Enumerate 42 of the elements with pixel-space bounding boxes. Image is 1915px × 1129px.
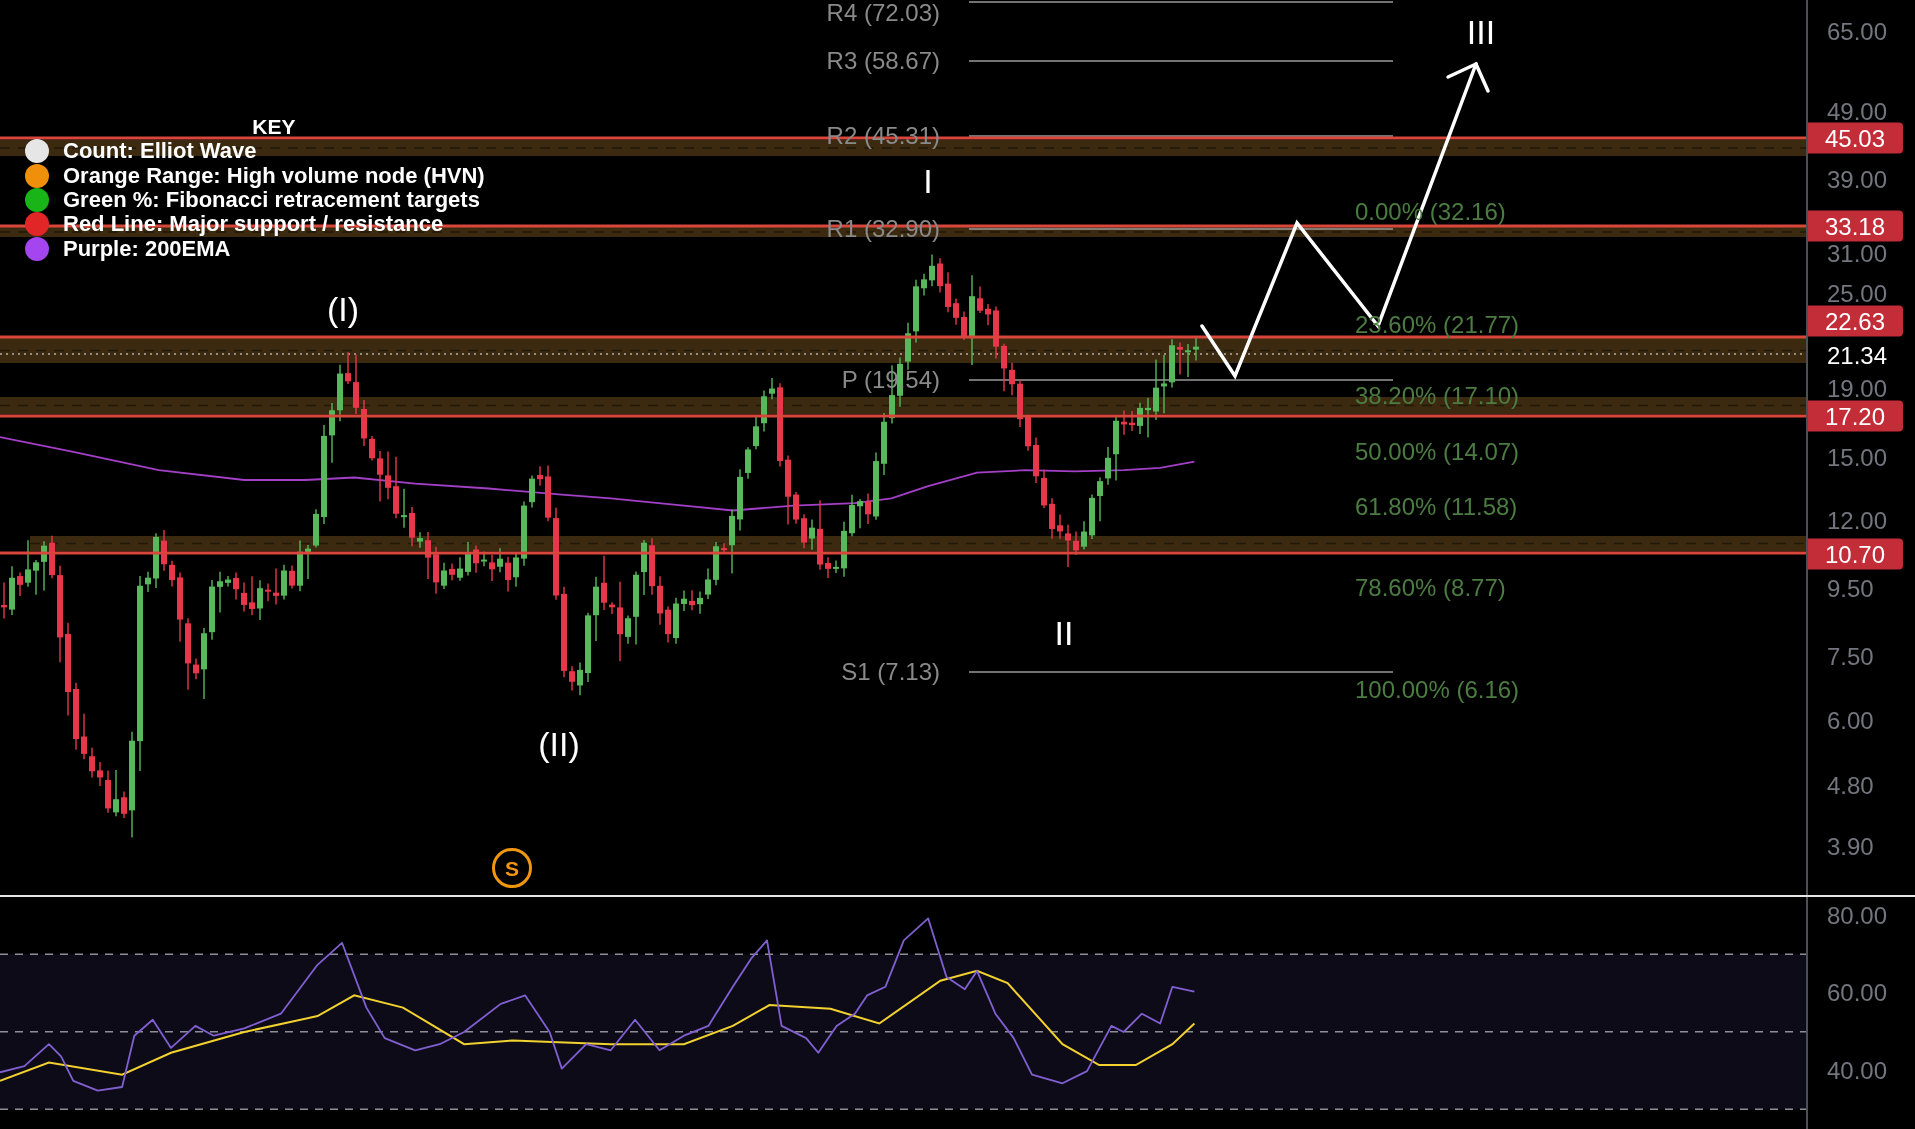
- price-axis-label: 39.00: [1827, 168, 1888, 192]
- rsi-axis-label: 40.00: [1827, 1059, 1888, 1083]
- price-axis-label: 49.00: [1827, 100, 1888, 124]
- fibonacci-label: 100.00% (6.16): [1355, 678, 1520, 702]
- price-badge: 22.63: [1808, 305, 1903, 337]
- price-axis-label: 4.80: [1827, 774, 1874, 798]
- price-axis-label: 3.90: [1827, 835, 1874, 859]
- pivot-label: R4 (72.03): [826, 1, 940, 25]
- legend-label: Green %: Fibonacci retracement targets: [63, 187, 480, 212]
- price-axis-label: 31.00: [1827, 242, 1888, 266]
- fibonacci-label: 78.60% (8.77): [1355, 576, 1506, 600]
- price-axis-label: 65.00: [1827, 20, 1888, 44]
- pivot-label: R3 (58.67): [826, 49, 940, 73]
- fibonacci-label: 50.00% (14.07): [1355, 440, 1520, 464]
- price-axis-label: 15.00: [1827, 446, 1888, 470]
- current-price-label: 21.34: [1827, 344, 1888, 368]
- price-badge: 10.70: [1808, 538, 1903, 570]
- legend-label: Count: Elliot Wave: [63, 139, 257, 164]
- wave-label: I: [923, 164, 933, 198]
- wave-label: (I): [326, 292, 360, 326]
- rsi-axis-label: 80.00: [1827, 904, 1888, 928]
- price-badge: 17.20: [1808, 400, 1903, 432]
- price-axis-label: 25.00: [1827, 282, 1888, 306]
- fibonacci-label: 38.20% (17.10): [1355, 384, 1520, 408]
- price-axis-label: 19.00: [1827, 377, 1888, 401]
- legend-title: KEY: [252, 115, 296, 139]
- wave-label: III: [1466, 15, 1496, 49]
- legend-label: Orange Range: High volume node (HVN): [63, 163, 485, 188]
- price-axis-label: 12.00: [1827, 509, 1888, 533]
- fibonacci-label: 61.80% (11.58): [1355, 495, 1518, 519]
- rsi-axis-label: 60.00: [1827, 981, 1888, 1005]
- wave-label: (II): [538, 727, 580, 761]
- price-badge: 45.03: [1808, 122, 1903, 154]
- price-badge: 33.18: [1808, 210, 1903, 242]
- price-axis-label: 9.50: [1827, 577, 1874, 601]
- legend-label: Purple: 200EMA: [63, 236, 231, 261]
- price-axis-label: 7.50: [1827, 645, 1874, 669]
- price-axis-label: 6.00: [1827, 709, 1874, 733]
- fibonacci-label: 23.60% (21.77): [1355, 313, 1520, 337]
- pivot-label: S1 (7.13): [841, 660, 940, 684]
- split-marker[interactable]: S: [492, 848, 532, 888]
- wave-label: II: [1054, 616, 1074, 650]
